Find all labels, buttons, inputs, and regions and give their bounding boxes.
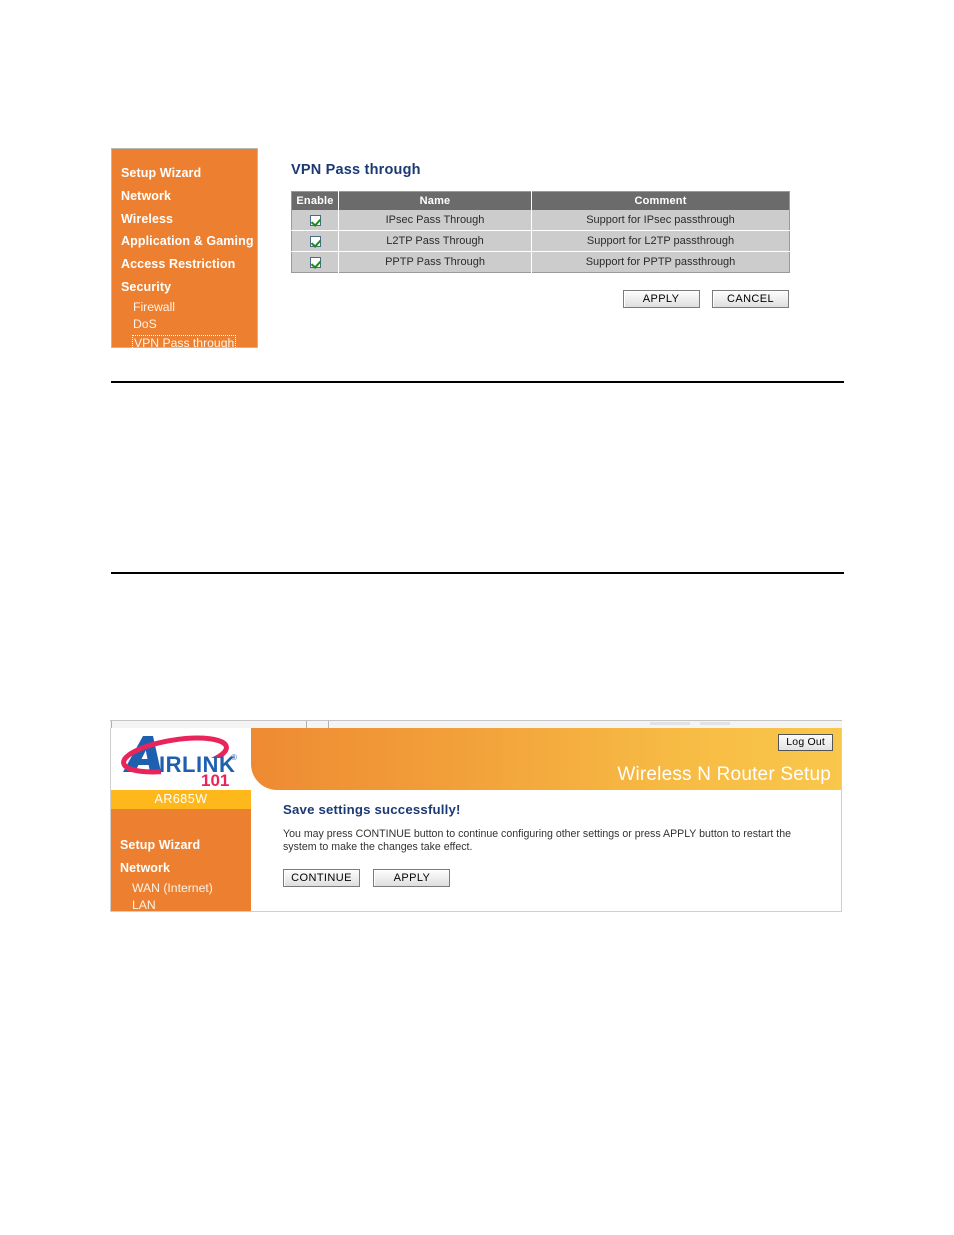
comment-cell: Support for L2TP passthrough: [531, 230, 790, 252]
enable-cell: [291, 251, 339, 273]
save-settings-screenshot: IRLINK ® 101 AR685W Setup Wizard Network…: [110, 720, 842, 912]
sidebar-menu-list-2: Setup Wizard Network WAN (Internet) LAN …: [120, 834, 251, 911]
comment-cell: Support for IPsec passthrough: [531, 210, 790, 231]
pptp-enable-checkbox[interactable]: [309, 256, 321, 268]
sidebar-item-lan[interactable]: LAN: [132, 897, 251, 911]
save-button-row: CONTINUE APPLY: [283, 868, 833, 887]
page-title: VPN Pass through: [291, 162, 421, 178]
apply-button[interactable]: APPLY: [622, 290, 700, 308]
router-web-ui: IRLINK ® 101 AR685W Setup Wizard Network…: [110, 728, 842, 912]
sidebar-menu-list: Setup Wizard Network Wireless Applicatio…: [121, 162, 259, 353]
name-cell: IPsec Pass Through: [338, 210, 532, 231]
vpn-content-area: VPN Pass through Enable Name Comment IPs…: [291, 148, 801, 308]
svg-text:101: 101: [201, 771, 229, 788]
divider-rule-bottom: [111, 572, 844, 574]
sidebar-item-security[interactable]: Security: [121, 276, 259, 299]
l2tp-enable-checkbox[interactable]: [309, 235, 321, 247]
sidebar-item-vpn-pass-through[interactable]: VPN Pass through: [132, 334, 237, 353]
vpn-passthrough-table: Enable Name Comment IPsec Pass Through S…: [291, 191, 790, 273]
chrome-segment: [700, 722, 730, 725]
sidebar-item-application-gaming[interactable]: Application & Gaming: [121, 230, 259, 253]
sidebar-item-network-2[interactable]: Network: [120, 857, 251, 880]
sidebar-item-setup-wizard-2[interactable]: Setup Wizard: [120, 834, 251, 857]
table-header-row: Enable Name Comment: [291, 191, 790, 210]
cancel-button[interactable]: CANCEL: [712, 290, 789, 308]
ipsec-enable-checkbox[interactable]: [309, 214, 321, 226]
vpn-pass-through-screenshot: Setup Wizard Network Wireless Applicatio…: [111, 148, 801, 353]
log-out-button[interactable]: Log Out: [778, 734, 833, 751]
sidebar-item-access-restriction[interactable]: Access Restriction: [121, 253, 259, 276]
table-row: L2TP Pass Through Support for L2TP passt…: [291, 230, 790, 252]
name-cell: L2TP Pass Through: [338, 230, 532, 252]
svg-text:®: ®: [231, 753, 237, 762]
column-header-name: Name: [338, 191, 532, 210]
column-header-comment: Comment: [531, 191, 790, 210]
sidebar-item-network[interactable]: Network: [121, 185, 259, 208]
airlink-logo: IRLINK ® 101: [111, 728, 251, 790]
success-message-title: Save settings successfully!: [283, 802, 461, 817]
sidebar-item-wireless[interactable]: Wireless: [121, 208, 259, 231]
sidebar-item-wan-internet[interactable]: WAN (Internet): [132, 880, 251, 898]
success-message-body: You may press CONTINUE button to continu…: [283, 828, 791, 853]
continue-button[interactable]: CONTINUE: [283, 869, 360, 887]
sidebar-save: Setup Wizard Network WAN (Internet) LAN …: [111, 809, 251, 911]
comment-cell: Support for PPTP passthrough: [531, 251, 790, 273]
sidebar-vpn: Setup Wizard Network Wireless Applicatio…: [111, 148, 258, 353]
sidebar-item-setup-wizard[interactable]: Setup Wizard: [121, 162, 259, 185]
enable-cell: [291, 230, 339, 252]
table-row: IPsec Pass Through Support for IPsec pas…: [291, 210, 790, 231]
topbar-title: Wireless N Router Setup: [617, 764, 831, 785]
router-topbar: Log Out Wireless N Router Setup: [251, 728, 841, 790]
vpn-button-row: APPLY CANCEL: [291, 289, 789, 308]
sidebar-item-firewall[interactable]: Firewall: [133, 299, 259, 317]
chrome-tick: [111, 721, 112, 728]
sidebar-item-dos[interactable]: DoS: [133, 316, 259, 334]
chrome-tick: [306, 721, 307, 728]
divider-rule-top: [111, 381, 844, 383]
name-cell: PPTP Pass Through: [338, 251, 532, 273]
save-content-area: Save settings successfully! You may pres…: [283, 802, 833, 887]
table-row: PPTP Pass Through Support for PPTP passt…: [291, 251, 790, 273]
model-badge: AR685W: [111, 790, 251, 809]
chrome-segment: [650, 722, 690, 725]
apply-button-2[interactable]: APPLY: [373, 869, 451, 887]
airlink-101-logo-icon: IRLINK ® 101: [121, 735, 239, 788]
column-header-enable: Enable: [291, 191, 339, 210]
enable-cell: [291, 210, 339, 231]
chrome-tick: [328, 721, 329, 728]
